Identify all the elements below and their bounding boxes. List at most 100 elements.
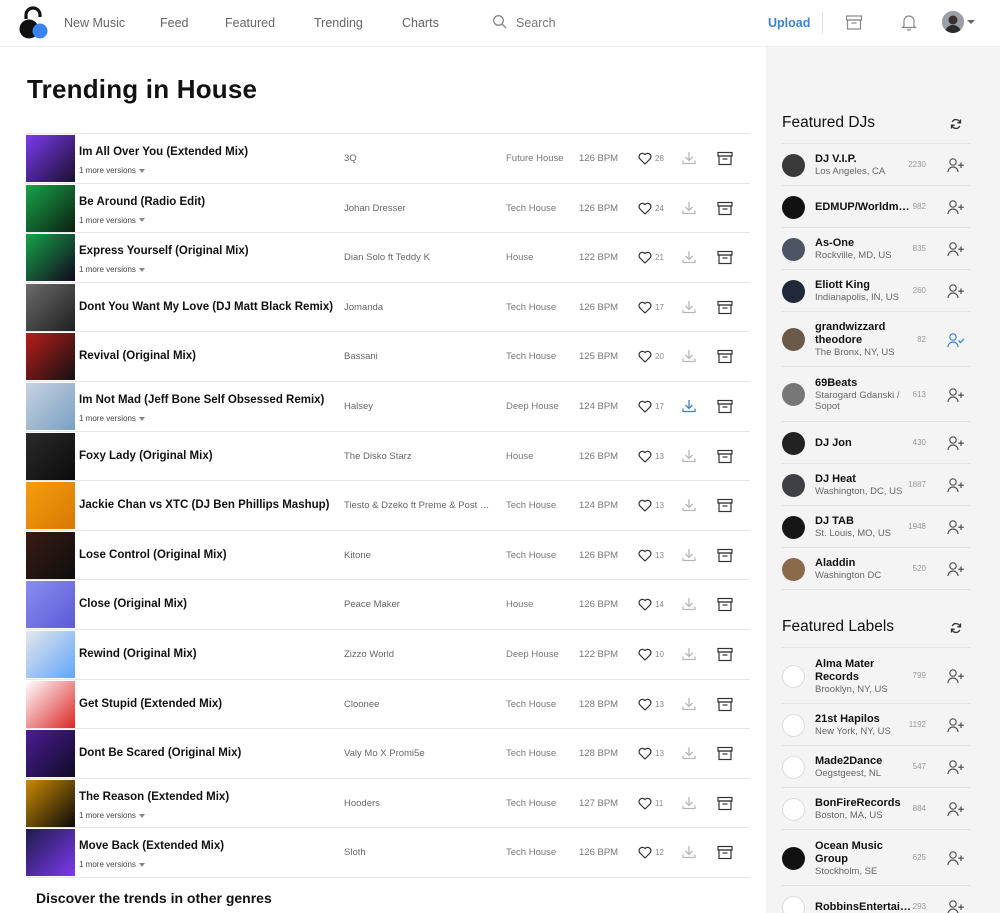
site-logo-icon[interactable] — [18, 5, 50, 39]
track-row[interactable]: The Reason (Extended Mix) 1 more versions… — [26, 779, 750, 829]
notification-bell-icon[interactable] — [900, 13, 918, 31]
heart-icon[interactable] — [638, 350, 652, 363]
track-row[interactable]: Move Back (Extended Mix) 1 more versions S… — [26, 828, 750, 878]
more-versions-toggle[interactable]: 1 more versions — [79, 265, 145, 274]
track-row[interactable]: Im All Over You (Extended Mix) 1 more ver… — [26, 134, 750, 184]
track-title[interactable]: Dont You Want My Love (DJ Matt Black Rem… — [79, 301, 337, 313]
track-row[interactable]: Foxy Lady (Original Mix) The Disko Starz H… — [26, 432, 750, 482]
heart-icon[interactable] — [638, 499, 652, 512]
track-title[interactable]: Rewind (Original Mix) — [79, 648, 337, 660]
download-icon[interactable] — [681, 150, 697, 166]
track-title[interactable]: Im Not Mad (Jeff Bone Self Obsessed Remi… — [79, 394, 337, 406]
heart-icon[interactable] — [638, 301, 652, 314]
dj-avatar[interactable] — [782, 473, 805, 497]
add-to-crate-icon[interactable] — [717, 349, 733, 364]
track-title[interactable]: Revival (Original Mix) — [79, 350, 337, 362]
follow-user-icon[interactable] — [947, 519, 965, 535]
add-to-crate-icon[interactable] — [717, 399, 733, 414]
more-versions-toggle[interactable]: 1 more versions — [79, 216, 145, 225]
track-artist[interactable]: Halsey — [344, 401, 494, 412]
add-to-crate-icon[interactable] — [717, 250, 733, 265]
track-title[interactable]: Foxy Lady (Original Mix) — [79, 450, 337, 462]
track-title[interactable]: Be Around (Radio Edit) — [79, 196, 337, 208]
track-title[interactable]: Close (Original Mix) — [79, 598, 337, 610]
track-genre[interactable]: Tech House — [506, 798, 556, 809]
download-icon[interactable] — [681, 696, 697, 712]
dj-item[interactable]: grandwizzard theodore The Bronx, NY, US 82 — [782, 312, 970, 367]
track-cover[interactable] — [26, 630, 75, 678]
heart-icon[interactable] — [638, 797, 652, 810]
crate-icon[interactable] — [845, 13, 863, 31]
follow-user-icon[interactable] — [947, 283, 965, 299]
track-artist[interactable]: Peace Maker — [344, 599, 494, 610]
nav-new-music[interactable]: New Music — [64, 16, 125, 30]
track-row[interactable]: Rewind (Original Mix) Zizzo World Deep Hou… — [26, 630, 750, 680]
download-icon[interactable] — [681, 348, 697, 364]
dj-name[interactable]: 69Beats — [815, 377, 915, 390]
dj-avatar[interactable] — [782, 515, 805, 539]
nav-feed[interactable]: Feed — [160, 16, 189, 30]
more-versions-toggle[interactable]: 1 more versions — [79, 811, 145, 820]
follow-user-icon[interactable] — [947, 387, 965, 403]
track-artist[interactable]: The Disko Starz — [344, 451, 494, 462]
dj-avatar[interactable] — [782, 195, 805, 219]
heart-icon[interactable] — [638, 400, 652, 413]
nav-charts[interactable]: Charts — [402, 16, 439, 30]
track-cover[interactable] — [26, 581, 75, 629]
heart-icon[interactable] — [638, 450, 652, 463]
track-genre[interactable]: Future House — [506, 153, 564, 164]
label-avatar[interactable] — [782, 755, 805, 779]
track-cover[interactable] — [26, 184, 75, 232]
add-to-crate-icon[interactable] — [717, 845, 733, 860]
track-row[interactable]: Revival (Original Mix) Bassani Tech House 1… — [26, 332, 750, 382]
track-row[interactable]: Be Around (Radio Edit) 1 more versions Joh… — [26, 184, 750, 234]
add-to-crate-icon[interactable] — [717, 201, 733, 216]
heart-icon[interactable] — [638, 698, 652, 711]
track-genre[interactable]: House — [506, 451, 533, 462]
follow-user-icon[interactable] — [947, 850, 965, 866]
track-artist[interactable]: Kitone — [344, 550, 494, 561]
dj-item[interactable]: 69Beats Starogard Gdanski / Sopot 613 — [782, 367, 970, 422]
track-genre[interactable]: Deep House — [506, 649, 559, 660]
dj-avatar[interactable] — [782, 328, 805, 351]
more-versions-toggle[interactable]: 1 more versions — [79, 166, 145, 175]
track-cover[interactable] — [26, 680, 75, 728]
chevron-down-icon[interactable] — [966, 18, 976, 26]
track-artist[interactable]: Valy Mo X Promi5e — [344, 748, 494, 759]
download-icon[interactable] — [681, 200, 697, 216]
track-genre[interactable]: Tech House — [506, 203, 556, 214]
follow-user-icon[interactable] — [947, 801, 965, 817]
add-to-crate-icon[interactable] — [717, 449, 733, 464]
track-row[interactable]: Jackie Chan vs XTC (DJ Ben Phillips Mash… — [26, 481, 750, 531]
follow-user-icon[interactable] — [947, 157, 965, 173]
label-item[interactable]: Made2Dance Oegstgeest, NL 547 — [782, 746, 970, 788]
follow-user-icon[interactable] — [947, 899, 965, 913]
track-artist[interactable]: Sloth — [344, 847, 494, 858]
download-icon[interactable] — [681, 795, 697, 811]
label-avatar[interactable] — [782, 797, 805, 821]
download-icon[interactable] — [681, 844, 697, 860]
track-title[interactable]: Lose Control (Original Mix) — [79, 549, 337, 561]
add-to-crate-icon[interactable] — [717, 796, 733, 811]
track-genre[interactable]: Deep House — [506, 401, 559, 412]
refresh-icon[interactable] — [950, 118, 962, 130]
track-row[interactable]: Lose Control (Original Mix) Kitone Tech Ho… — [26, 531, 750, 581]
heart-icon[interactable] — [638, 648, 652, 661]
track-cover[interactable] — [26, 333, 75, 381]
track-genre[interactable]: House — [506, 252, 533, 263]
add-to-crate-icon[interactable] — [717, 151, 733, 166]
track-artist[interactable]: Cloonee — [344, 699, 494, 710]
heart-icon[interactable] — [638, 747, 652, 760]
dj-item[interactable]: EDMUP/Worldmusic 982 — [782, 186, 970, 228]
track-artist[interactable]: Dian Solo ft Teddy K — [344, 252, 494, 263]
download-icon[interactable] — [681, 547, 697, 563]
track-cover[interactable] — [26, 482, 75, 530]
label-avatar[interactable] — [782, 846, 805, 870]
dj-avatar[interactable] — [782, 557, 805, 581]
heart-icon[interactable] — [638, 549, 652, 562]
heart-icon[interactable] — [638, 202, 652, 215]
add-to-crate-icon[interactable] — [717, 597, 733, 612]
track-artist[interactable]: Hooders — [344, 798, 494, 809]
track-cover[interactable] — [26, 234, 75, 282]
download-icon[interactable] — [681, 497, 697, 513]
